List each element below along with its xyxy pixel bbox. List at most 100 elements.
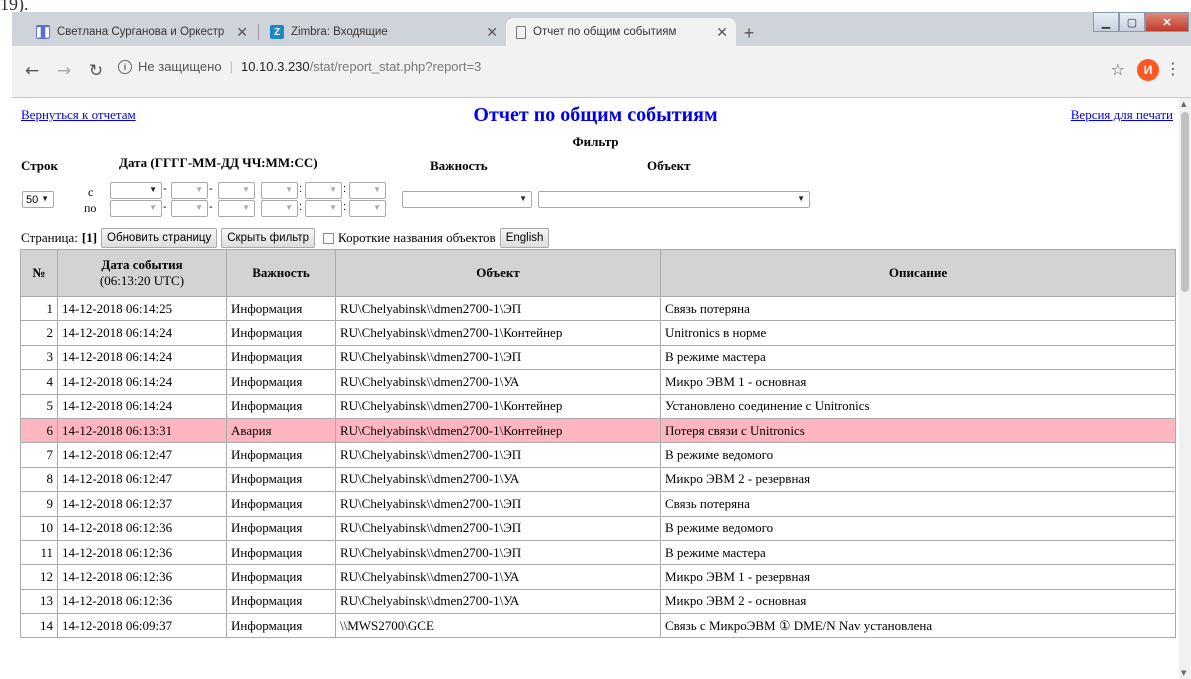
new-tab-button[interactable]: +: [738, 22, 760, 44]
date-separator: -: [163, 201, 167, 213]
cell-severity: Информация: [226, 393, 336, 419]
address-bar[interactable]: i Не защищено | 10.10.3.230/stat/report_…: [118, 59, 481, 74]
forward-arrow-icon[interactable]: →: [54, 61, 74, 81]
tab-separator: [258, 24, 259, 40]
header-description: Описание: [660, 249, 1176, 297]
zimbra-icon: Z: [270, 25, 284, 39]
cell-severity: Информация: [226, 564, 336, 590]
tab-title: Отчет по общим событиям: [533, 26, 677, 38]
cell-number: 5: [20, 393, 58, 419]
cell-severity: Информация: [226, 539, 336, 566]
cell-description: Unitronics в норме: [660, 320, 1176, 346]
browser-menu-icon[interactable]: ⋮: [1165, 59, 1181, 78]
to-second-select[interactable]: ▼: [349, 200, 386, 217]
cell-number: 12: [20, 564, 58, 590]
scroll-down-icon[interactable]: ▼: [1181, 669, 1186, 677]
header-date-title: Дата события: [101, 257, 183, 272]
cell-object: \\MWS2700\GCE: [335, 613, 661, 639]
to-year-select[interactable]: ▼: [110, 200, 162, 217]
cell-description: В режиме ведомого: [660, 442, 1176, 468]
to-hour-select[interactable]: ▼: [261, 200, 298, 217]
page-label: Страница:: [21, 230, 78, 245]
rows-label: Строк: [21, 158, 58, 173]
filter-heading: Фильтр: [572, 134, 619, 149]
vertical-scrollbar[interactable]: ▲ ▼: [1179, 98, 1191, 679]
tab-close-icon[interactable]: ✕: [236, 24, 248, 41]
bookmark-star-icon[interactable]: ☆: [1111, 60, 1125, 79]
current-page[interactable]: [1]: [82, 230, 97, 246]
cell-date: 14-12-2018 06:14:24: [57, 320, 227, 346]
table-row: 6 14-12-2018 06:13:31 Авария RU\Chelyabinsk…: [20, 417, 1176, 444]
short-names-checkbox[interactable]: [323, 232, 335, 244]
chevron-down-icon: ▼: [373, 203, 381, 212]
to-month-select[interactable]: ▼: [171, 200, 208, 217]
cell-severity: Информация: [226, 466, 336, 493]
rows-select[interactable]: 50 ▼: [22, 191, 54, 208]
back-arrow-icon[interactable]: ←: [22, 61, 42, 81]
cell-date: 14-12-2018 06:14:24: [57, 369, 227, 395]
refresh-page-button[interactable]: Обновить страницу: [101, 228, 218, 248]
to-day-select[interactable]: ▼: [218, 200, 255, 217]
chevron-down-icon: ▼: [285, 185, 293, 194]
cell-description: Связь потеряна: [660, 491, 1176, 517]
from-minute-select[interactable]: ▼: [305, 182, 342, 199]
tab-title: Светлана Сурганова и Оркестр: [57, 26, 225, 38]
severity-select[interactable]: ▼: [402, 191, 532, 208]
cell-object: RU\Chelyabinsk\\dmen2700-1\ЭП: [335, 344, 661, 371]
table-row: 7 14-12-2018 06:12:47 Информация RU\Chelyab…: [20, 442, 1176, 468]
from-second-select[interactable]: ▼: [349, 182, 386, 199]
cell-severity: Информация: [226, 320, 336, 346]
hide-filter-button[interactable]: Скрыть фильтр: [221, 228, 316, 248]
tab-music[interactable]: ❚❚ Светлана Сурганова и Оркестр ✕: [26, 18, 256, 46]
tab-zimbra[interactable]: Z Zimbra: Входящие ✕: [260, 18, 506, 46]
cell-object: RU\Chelyabinsk\\dmen2700-1\ЭП: [335, 491, 661, 517]
table-header-row: № Дата события (06:13:20 UTC) Важность О…: [20, 249, 1176, 297]
cell-number: 13: [20, 588, 58, 615]
maximize-icon[interactable]: ▢: [1119, 12, 1145, 32]
info-icon[interactable]: i: [118, 59, 132, 74]
date-separator: -: [209, 201, 213, 213]
print-version-link[interactable]: Версия для печати: [1071, 107, 1173, 123]
english-button[interactable]: English: [499, 228, 550, 248]
cell-number: 8: [20, 466, 58, 493]
browser-chrome: ❚❚ Светлана Сурганова и Оркестр ✕ Z Zimb…: [12, 12, 1191, 98]
url-path: /stat/report_stat.php?report=3: [309, 59, 482, 74]
tab-close-icon[interactable]: ✕: [486, 24, 498, 41]
cell-object: RU\Chelyabinsk\\dmen2700-1\Контейнер: [335, 393, 661, 419]
tab-close-icon[interactable]: ✕: [716, 24, 728, 41]
cell-severity: Информация: [226, 369, 336, 395]
header-severity: Важность: [226, 249, 336, 297]
from-year-select[interactable]: ▼: [110, 182, 162, 199]
cell-number: 1: [20, 295, 58, 322]
tab-report[interactable]: Отчет по общим событиям ✕: [506, 18, 736, 46]
from-month-select[interactable]: ▼: [171, 182, 208, 199]
profile-avatar[interactable]: И: [1137, 59, 1159, 81]
cell-object: RU\Chelyabinsk\\dmen2700-1\УА: [335, 564, 661, 590]
navigation-bar: ← → ↻ i Не защищено | 10.10.3.230/stat/r…: [12, 46, 1191, 98]
cell-number: 10: [20, 515, 58, 541]
cell-description: В режиме мастера: [660, 344, 1176, 371]
table-row: 5 14-12-2018 06:14:24 Информация RU\Chelyab…: [20, 393, 1176, 419]
chevron-down-icon: ▼: [797, 194, 805, 203]
cell-object: RU\Chelyabinsk\\dmen2700-1\ЭП: [335, 515, 661, 541]
scroll-up-icon[interactable]: ▲: [1181, 100, 1186, 108]
cell-date: 14-12-2018 06:12:36: [57, 515, 227, 541]
scrollbar-thumb[interactable]: [1181, 112, 1189, 292]
to-minute-select[interactable]: ▼: [305, 200, 342, 217]
severity-filter-label: Важность: [430, 158, 488, 173]
time-separator: :: [299, 201, 303, 213]
close-window-icon[interactable]: ✕: [1145, 12, 1189, 32]
object-filter-label: Объект: [647, 158, 691, 173]
date-separator: -: [163, 183, 167, 195]
chevron-down-icon: ▼: [41, 194, 49, 203]
chevron-down-icon: ▼: [373, 185, 381, 194]
from-hour-select[interactable]: ▼: [261, 182, 298, 199]
object-select[interactable]: ▼: [538, 191, 810, 208]
table-row: 11 14-12-2018 06:12:36 Информация RU\Chelya…: [20, 539, 1176, 566]
cell-number: 14: [20, 613, 58, 639]
header-date: Дата события (06:13:20 UTC): [57, 249, 227, 297]
cell-description: Потеря связи с Unitronics: [660, 417, 1176, 444]
reload-icon[interactable]: ↻: [86, 61, 106, 81]
from-day-select[interactable]: ▼: [218, 182, 255, 199]
minimize-icon[interactable]: ▁: [1093, 12, 1119, 32]
